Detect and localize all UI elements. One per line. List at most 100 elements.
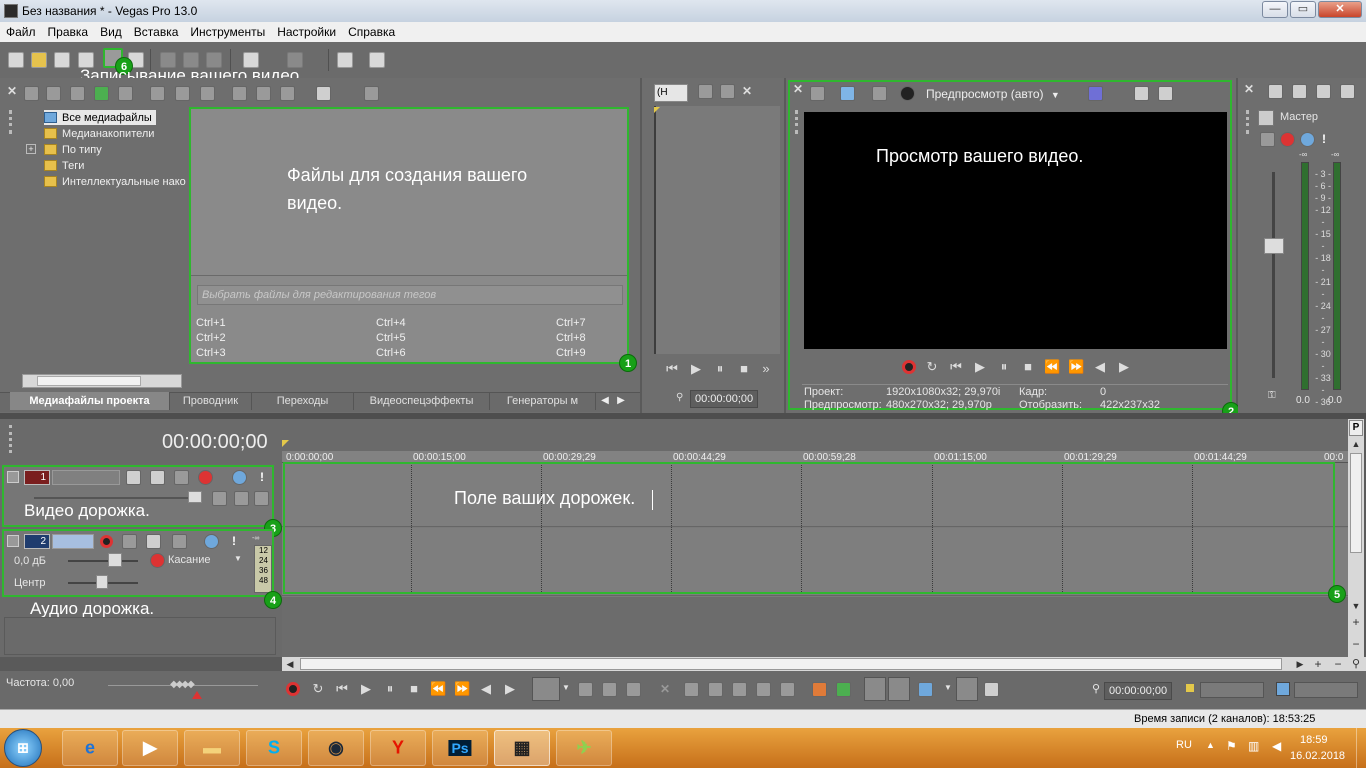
master-fader-handle[interactable] <box>1264 238 1284 254</box>
dim-output-icon[interactable] <box>1316 84 1331 99</box>
tab-explorer[interactable]: Проводник <box>170 392 252 410</box>
media-properties-icon[interactable] <box>175 86 190 101</box>
zoom-in-horizontal-icon[interactable]: + <box>1312 658 1324 670</box>
menu-options[interactable]: Настройки <box>277 25 336 39</box>
video-solo-icon[interactable]: ! <box>260 470 264 484</box>
video-level-track[interactable] <box>34 497 194 499</box>
close-panel-icon[interactable]: ✕ <box>793 82 803 96</box>
taskbar-vegas[interactable]: ▦ <box>494 730 550 766</box>
play-icon[interactable]: ▶ <box>972 360 988 374</box>
media-files-area[interactable]: Файлы для создания вашего видео. Выбрать… <box>189 107 629 364</box>
tabs-scroll-left-icon[interactable]: ◀ <box>598 393 612 409</box>
start-button[interactable]: ⊞ <box>4 729 42 767</box>
play-from-start-icon[interactable]: ⏮ <box>334 682 350 696</box>
new-project-icon[interactable] <box>8 52 24 68</box>
trimmer-select[interactable]: (Н <box>654 84 688 102</box>
tabs-scroll-right-icon[interactable]: ▶ <box>614 393 628 409</box>
ignore-grouping-icon[interactable] <box>984 682 999 697</box>
trimmer-edit-icon[interactable] <box>720 84 735 99</box>
audio-routing-icon[interactable] <box>172 534 187 549</box>
trim-start-icon[interactable] <box>708 682 723 697</box>
trimmer-stop-icon[interactable]: ■ <box>736 362 752 376</box>
lock-icon[interactable] <box>780 682 795 697</box>
panel-grip[interactable] <box>795 110 798 134</box>
tab-project-media[interactable]: Медиафайлы проекта <box>10 392 170 410</box>
network-icon[interactable]: ▥ <box>1248 739 1259 753</box>
preview-quality-dropdown[interactable]: Предпросмотр (авто) ▼ <box>926 86 1076 102</box>
panel-grip[interactable] <box>9 425 12 453</box>
tab-generators[interactable]: Генераторы м <box>490 392 596 410</box>
insert-marker-icon[interactable] <box>812 682 827 697</box>
save-icon[interactable] <box>54 52 70 68</box>
trimmer-pause-icon[interactable]: ⏸ <box>712 362 728 376</box>
zoom-search-icon[interactable] <box>364 86 379 101</box>
auto-ripple-icon[interactable] <box>918 682 933 697</box>
cursor-marker[interactable] <box>282 440 289 447</box>
envelope-tool-icon[interactable] <box>578 682 593 697</box>
taskbar-ie[interactable]: e <box>62 730 118 766</box>
open-icon[interactable] <box>31 52 47 68</box>
arm-for-record-icon[interactable] <box>100 535 113 548</box>
record-icon[interactable] <box>902 360 916 374</box>
track-fx-icon[interactable] <box>150 470 165 485</box>
menu-edit[interactable]: Правка <box>48 25 89 39</box>
snapping-icon[interactable] <box>864 677 886 701</box>
audio-track-fx-icon[interactable] <box>146 534 161 549</box>
trimmer-play-icon[interactable]: ▶ <box>688 362 704 376</box>
overlays-icon[interactable] <box>1088 86 1103 101</box>
capture-icon[interactable] <box>46 86 61 101</box>
normal-edit-tool-icon[interactable] <box>532 677 560 701</box>
video-level-handle[interactable] <box>188 491 202 503</box>
audio-track-header[interactable]: 2 ! 0,0 дБ Касание ▼ Центр -∞ 12 24 36 4… <box>2 529 274 597</box>
split-icon[interactable] <box>756 682 771 697</box>
menu-file[interactable]: Файл <box>6 25 36 39</box>
expand-toggle[interactable]: + <box>26 144 36 154</box>
video-fx-chain-icon[interactable] <box>198 470 213 485</box>
scroll-up-icon[interactable]: ▲ <box>1349 437 1363 451</box>
tree-horizontal-scrollbar[interactable] <box>22 374 182 388</box>
trim-end-icon[interactable] <box>732 682 747 697</box>
tree-item-by-type[interactable]: По типу <box>44 142 102 157</box>
taskbar-yandex[interactable]: Y <box>370 730 426 766</box>
master-solo-icon[interactable]: ! <box>1322 132 1326 146</box>
maximize-button[interactable]: ▭ <box>1290 1 1316 18</box>
language-indicator[interactable]: RU <box>1176 739 1192 751</box>
split-screen-icon[interactable] <box>872 86 887 101</box>
stop-icon[interactable]: ■ <box>1020 360 1036 374</box>
web-media-icon[interactable] <box>94 86 109 101</box>
trimmer-clear-icon[interactable]: ✕ <box>742 84 752 98</box>
properties-icon[interactable] <box>337 52 353 68</box>
go-to-end-icon[interactable]: ⏩ <box>454 682 470 696</box>
taskbar-media-player[interactable]: ▶ <box>122 730 178 766</box>
tree-item-smart-bins[interactable]: Интеллектуальные нако <box>44 174 186 189</box>
video-track-name-input[interactable] <box>52 470 120 485</box>
stop-media-icon[interactable] <box>256 86 271 101</box>
remove-media-icon[interactable] <box>150 86 165 101</box>
audio-solo-icon[interactable]: ! <box>232 534 236 548</box>
play-from-start-icon[interactable]: ⏮ <box>948 360 964 374</box>
next-frame-icon[interactable]: ▶ <box>502 682 518 696</box>
invert-phase-icon[interactable] <box>122 534 137 549</box>
action-center-icon[interactable]: ⚑ <box>1226 739 1237 753</box>
automation-mode[interactable]: Касание <box>168 554 210 566</box>
selection-length-field[interactable] <box>1294 682 1358 698</box>
tag-edit-input[interactable]: Выбрать файлы для редактирования тегов <box>197 285 623 305</box>
mixer-props-icon[interactable] <box>1268 84 1283 99</box>
chevron-down-icon[interactable]: ▼ <box>944 683 952 692</box>
trimmer-area[interactable] <box>654 106 780 354</box>
taskbar-bird-app[interactable]: ✈ <box>556 730 612 766</box>
zoom-out-vertical-icon[interactable]: − <box>1349 637 1363 651</box>
close-button[interactable]: ✕ <box>1318 1 1362 18</box>
previous-frame-icon[interactable]: ◀ <box>1092 360 1108 374</box>
media-fx-icon[interactable] <box>200 86 215 101</box>
go-to-start-icon[interactable]: ⏪ <box>1044 360 1060 374</box>
zoom-out-horizontal-icon[interactable]: − <box>1332 658 1344 670</box>
zoom-edit-tool-icon[interactable] <box>626 682 641 697</box>
master-fader-track[interactable] <box>1272 172 1275 378</box>
next-frame-icon[interactable]: ▶ <box>1116 360 1132 374</box>
tab-transitions[interactable]: Переходы <box>252 392 354 410</box>
scrollbar-thumb[interactable] <box>300 658 1282 670</box>
whats-this-help-icon[interactable] <box>369 52 385 68</box>
loop-icon[interactable]: ↻ <box>310 682 326 696</box>
master-fx-chain-icon[interactable] <box>1280 132 1295 147</box>
